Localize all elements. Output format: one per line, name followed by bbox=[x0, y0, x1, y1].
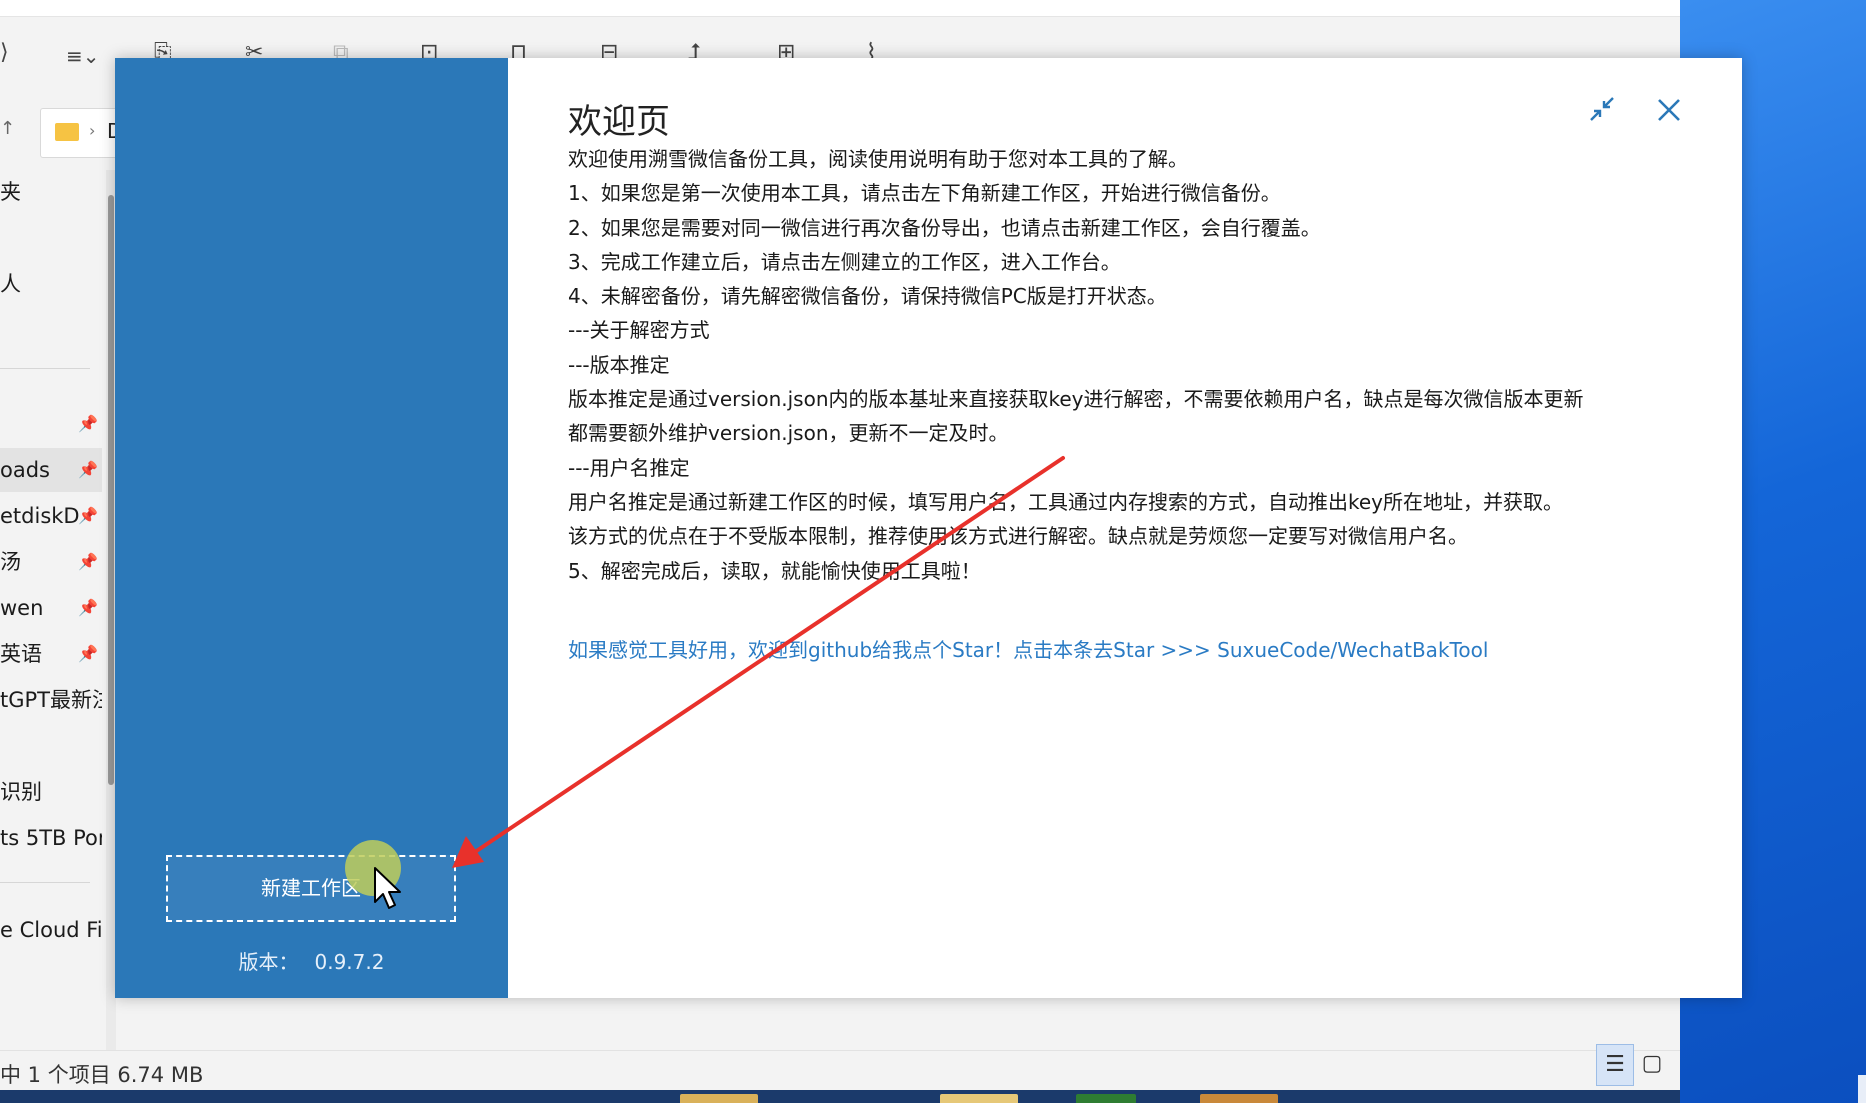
page-title: 欢迎页 bbox=[568, 102, 670, 142]
mouse-cursor-icon bbox=[374, 867, 401, 909]
status-bar: 中 1 个项目 6.74 MB bbox=[0, 1050, 1680, 1091]
taskbar-app-icon[interactable] bbox=[940, 1094, 1018, 1103]
version-info: 版本： 0.9.7.2 bbox=[115, 946, 508, 975]
nav-item[interactable]: 📌 bbox=[0, 402, 102, 446]
instruction-line: 5、解密完成后，读取，就能愉快使用工具啦！ bbox=[568, 558, 981, 583]
nav-item-label: 识别 bbox=[0, 780, 42, 804]
back-icon[interactable]: ⟩ bbox=[0, 40, 9, 65]
nav-item[interactable]: etdiskD 📌 bbox=[0, 494, 102, 538]
version-label: 版本： bbox=[238, 950, 299, 974]
details-view-icon[interactable]: ☰ bbox=[1596, 1044, 1634, 1086]
pin-icon: 📌 bbox=[78, 414, 98, 433]
workspace-sidebar: 新建工作区 版本： 0.9.7.2 bbox=[115, 58, 508, 998]
nav-item[interactable]: e Cloud Fil bbox=[0, 908, 102, 952]
nav-item[interactable]: ts 5TB Por bbox=[0, 816, 102, 860]
explorer-title-strip bbox=[0, 0, 1680, 17]
instruction-line: 版本推定是通过version.json内的版本基址来直接获取key进行解密，不需… bbox=[568, 387, 1584, 412]
instruction-line: 都需要额外维护version.json，更新不一定及时。 bbox=[568, 421, 1009, 446]
instruction-line: 用户名推定是通过新建工作区的时候，填写用户名，工具通过内存搜索的方式，自动推出k… bbox=[568, 489, 1564, 514]
nav-item[interactable]: 英语 📌 bbox=[0, 632, 102, 676]
instruction-line: ---用户名推定 bbox=[568, 455, 690, 480]
instruction-line: 3、完成工作建立后，请点击左侧建立的工作区，进入工作台。 bbox=[568, 249, 1121, 274]
up-arrow-icon[interactable]: ↑ bbox=[0, 118, 15, 139]
view-menu-icon[interactable]: ≡⌄ bbox=[66, 44, 100, 68]
instruction-line: 欢迎使用溯雪微信备份工具，阅读使用说明有助于您对本工具的了解。 bbox=[568, 147, 1188, 171]
pin-icon: 📌 bbox=[78, 506, 98, 525]
welcome-dialog: 新建工作区 版本： 0.9.7.2 欢迎页 欢迎使用溯雪微信备份工具，阅读使用说明… bbox=[115, 58, 1742, 998]
nav-item[interactable]: wen 📌 bbox=[0, 586, 102, 630]
nav-item-label: tGPT最新注 bbox=[0, 688, 102, 712]
nav-item[interactable]: 夹 bbox=[0, 170, 102, 214]
instructions-text: 欢迎使用溯雪微信备份工具，阅读使用说明有助于您对本工具的了解。 1、如果您是第一… bbox=[568, 142, 1668, 588]
nav-separator bbox=[0, 368, 90, 369]
taskbar-app-icon[interactable] bbox=[1076, 1094, 1136, 1103]
nav-item-label: 英语 bbox=[0, 642, 42, 666]
version-value: 0.9.7.2 bbox=[314, 950, 385, 974]
pin-icon: 📌 bbox=[78, 598, 98, 617]
instruction-line: ---版本推定 bbox=[568, 352, 670, 377]
instruction-line: 2、如果您是需要对同一微信进行再次备份导出，也请点击新建工作区，会自行覆盖。 bbox=[568, 215, 1321, 240]
nav-item[interactable]: 识别 bbox=[0, 770, 102, 814]
navigation-pane: 夹 人 📌 oads 📌 etdiskD 📌 汤 📌 wen 📌 英语 📌 tGPT最新注… bbox=[0, 170, 104, 1030]
nav-item-label: oads bbox=[0, 458, 50, 482]
nav-item-label: 人 bbox=[0, 272, 21, 296]
taskbar-app-icon[interactable] bbox=[680, 1094, 758, 1103]
nav-item-label: etdiskD bbox=[0, 504, 80, 528]
chevron-right-icon: › bbox=[89, 121, 96, 140]
nav-item-label: 夹 bbox=[0, 180, 21, 204]
nav-item-label: e Cloud Fil bbox=[0, 918, 102, 942]
restore-icon[interactable] bbox=[1583, 90, 1623, 130]
pin-icon: 📌 bbox=[78, 460, 98, 479]
tiles-view-icon[interactable]: ▢ bbox=[1634, 1044, 1670, 1084]
instruction-line: ---关于解密方式 bbox=[568, 318, 710, 343]
instruction-line: 4、未解密备份，请先解密微信备份，请保持微信PC版是打开状态。 bbox=[568, 284, 1167, 309]
instruction-line: 1、如果您是第一次使用本工具，请点击左下角新建工作区，开始进行微信备份。 bbox=[568, 181, 1281, 206]
new-workspace-button[interactable]: 新建工作区 bbox=[166, 855, 456, 922]
nav-item[interactable]: 汤 📌 bbox=[0, 540, 102, 584]
nav-scrollbar-thumb[interactable] bbox=[108, 195, 114, 785]
desktop-window-edge bbox=[1858, 1075, 1866, 1103]
nav-item-label: 汤 bbox=[0, 550, 21, 574]
nav-item[interactable]: 人 bbox=[0, 262, 102, 306]
nav-separator bbox=[0, 882, 90, 883]
github-star-link[interactable]: 如果感觉工具好用，欢迎到github给我点个Star！点击本条去Star >>>… bbox=[568, 634, 1488, 663]
nav-item-selected[interactable]: oads 📌 bbox=[0, 448, 102, 492]
nav-item-label: wen bbox=[0, 596, 44, 620]
taskbar bbox=[0, 1090, 1680, 1103]
nav-item-label: ts 5TB Por bbox=[0, 826, 102, 850]
taskbar-app-icon[interactable] bbox=[1200, 1094, 1278, 1103]
pin-icon: 📌 bbox=[78, 644, 98, 663]
instruction-line: 该方式的优点在于不受版本限制，推荐使用该方式进行解密。缺点就是劳烦您一定要写对微… bbox=[568, 524, 1468, 549]
folder-icon bbox=[55, 123, 79, 141]
close-icon[interactable] bbox=[1649, 90, 1689, 130]
status-text: 中 1 个项目 6.74 MB bbox=[0, 1063, 204, 1087]
nav-item[interactable]: tGPT最新注 bbox=[0, 678, 102, 722]
pin-icon: 📌 bbox=[78, 552, 98, 571]
